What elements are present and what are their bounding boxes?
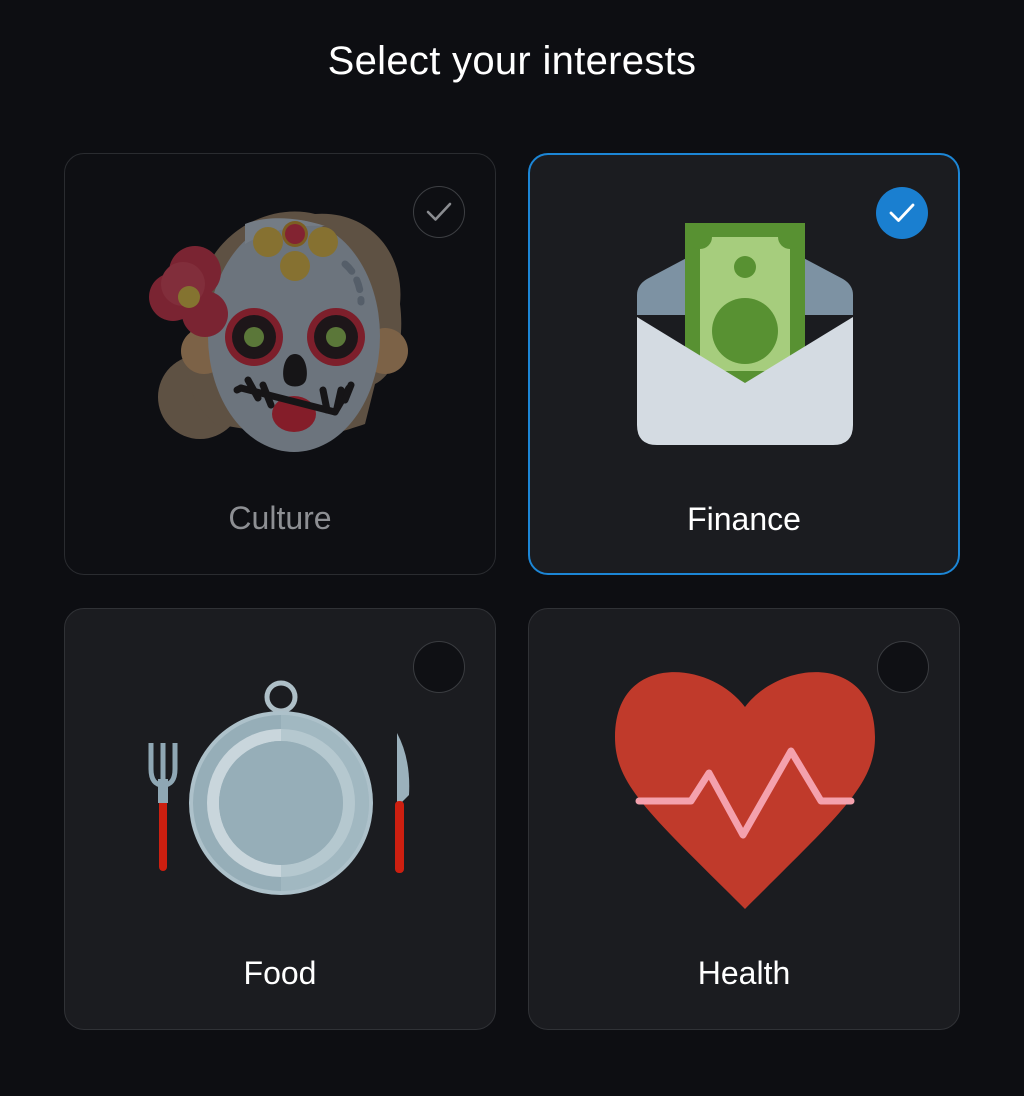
interest-card-food[interactable]: Food (64, 608, 496, 1030)
interest-card-health[interactable]: Health (528, 608, 960, 1030)
card-label-health: Health (697, 955, 791, 991)
card-label-food: Food (243, 955, 317, 991)
heart-pulse-icon (615, 672, 875, 909)
money-envelope-icon (637, 223, 853, 445)
interest-card-culture[interactable]: Culture (64, 153, 496, 575)
card-label-finance: Finance (687, 501, 801, 537)
plate-cutlery-icon (148, 680, 410, 895)
sugar-skull-icon (149, 211, 408, 452)
interest-card-finance[interactable]: Finance (528, 153, 960, 575)
page-title: Select your interests (327, 39, 697, 83)
card-label-culture: Culture (228, 500, 332, 536)
